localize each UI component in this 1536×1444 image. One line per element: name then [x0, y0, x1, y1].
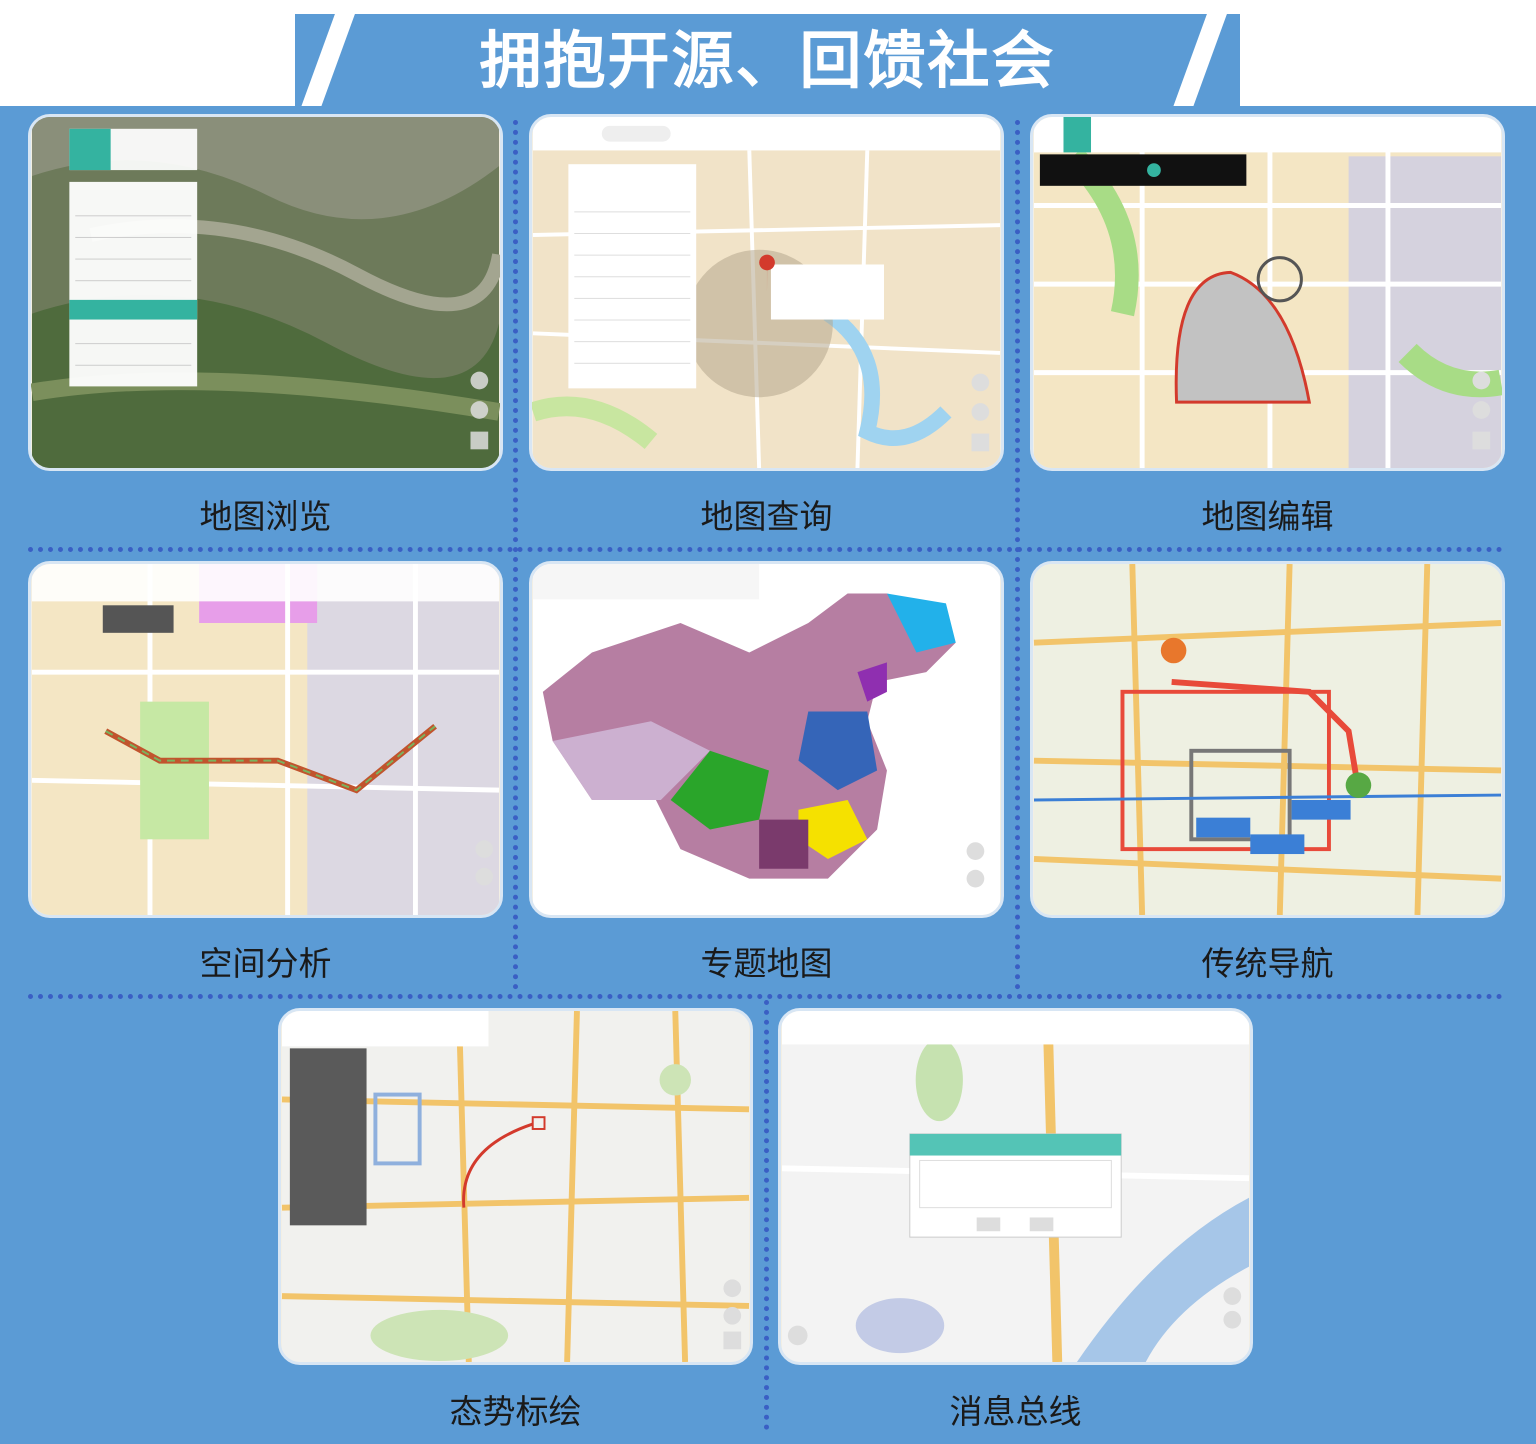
column-divider — [1015, 120, 1020, 990]
satellite-map-illustration — [31, 117, 500, 468]
analysis-map-illustration — [31, 564, 500, 915]
row-divider — [28, 547, 1503, 552]
row-divider — [28, 994, 1503, 999]
edit-map-illustration — [1033, 117, 1502, 468]
page-title: 拥抱开源、回馈社会 — [479, 24, 1056, 97]
navigation-map-illustration — [1033, 564, 1502, 915]
feature-caption: 地图浏览 — [199, 497, 332, 536]
thematic-map-illustration — [532, 564, 1001, 915]
feature-caption: 传统导航 — [1201, 944, 1334, 983]
feature-card-navigation[interactable] — [1030, 561, 1505, 918]
feature-caption: 空间分析 — [199, 944, 332, 983]
query-map-illustration — [532, 117, 1001, 468]
feature-card-thematic-map[interactable] — [529, 561, 1004, 918]
feature-card-map-query[interactable] — [529, 114, 1004, 471]
feature-card-situation-plotting[interactable] — [278, 1008, 753, 1365]
feature-caption: 地图查询 — [700, 497, 833, 536]
message-map-illustration — [781, 1011, 1250, 1362]
feature-card-map-browse[interactable] — [28, 114, 503, 471]
feature-caption: 地图编辑 — [1201, 497, 1334, 536]
feature-card-map-edit[interactable] — [1030, 114, 1505, 471]
feature-caption: 态势标绘 — [449, 1392, 582, 1431]
column-divider — [764, 1000, 769, 1430]
feature-caption: 消息总线 — [949, 1392, 1082, 1431]
plotting-map-illustration — [281, 1011, 750, 1362]
feature-card-spatial-analysis[interactable] — [28, 561, 503, 918]
feature-caption: 专题地图 — [700, 944, 833, 983]
column-divider — [513, 120, 518, 990]
feature-card-message-bus[interactable] — [778, 1008, 1253, 1365]
